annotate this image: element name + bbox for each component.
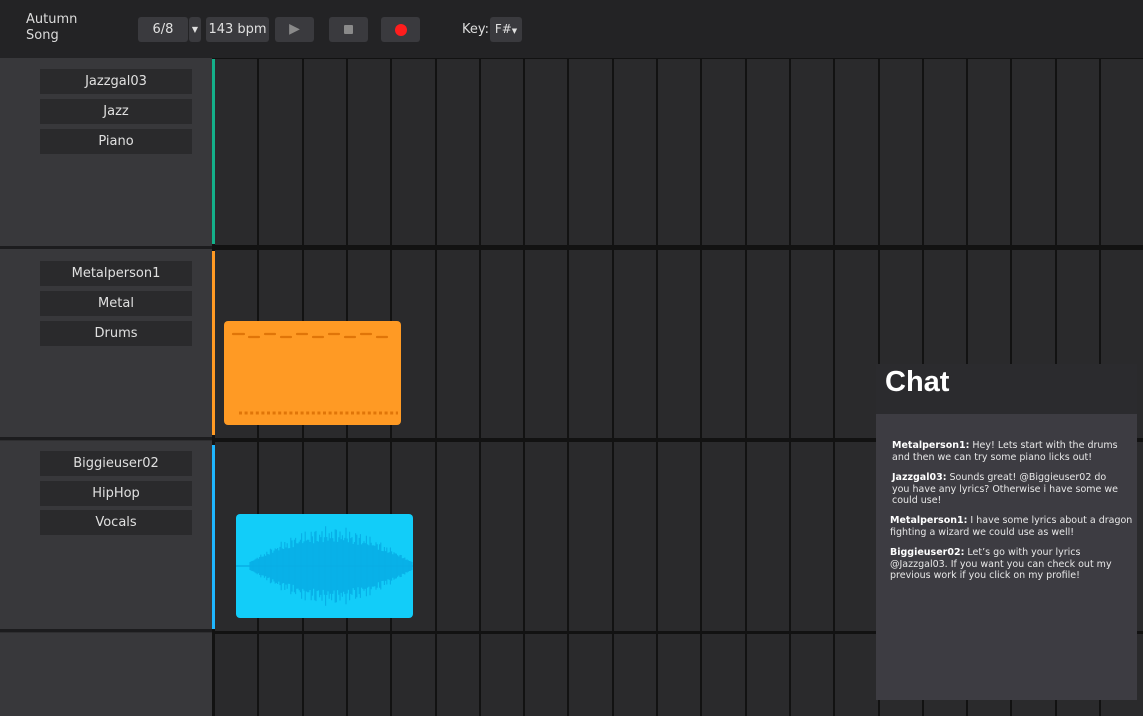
key-select[interactable]: F#▼ [490,17,522,42]
track-accent-bar [212,445,215,629]
record-button[interactable] [381,17,420,42]
timeline-cell[interactable] [437,59,479,245]
timeline-cell[interactable] [658,442,700,631]
timeline-cell[interactable] [702,59,745,245]
timeline-cell[interactable] [702,442,745,631]
track-genre-tag[interactable]: Metal [40,291,192,316]
waveform-graphic [236,526,413,606]
timeline-cell[interactable] [747,442,789,631]
record-icon [395,24,407,36]
chat-message: Jazzgal03: Sounds great! @Biggieuser02 d… [892,472,1119,506]
timeline-cell[interactable] [348,59,390,245]
track-genre-tag[interactable]: Jazz [40,99,192,124]
timeline-cell[interactable] [259,59,302,245]
stop-icon [344,25,353,34]
timeline-cell[interactable] [835,59,878,245]
timeline-cell[interactable] [747,634,789,716]
chat-message: Metalperson1: I have some lyrics about a… [890,515,1133,538]
track-instrument-tag[interactable]: Vocals [40,510,192,535]
timeline-cell[interactable] [791,250,833,438]
drums-clip[interactable] [224,321,401,425]
timeline-cell[interactable] [348,634,390,716]
timeline-cell[interactable] [569,442,612,631]
timeline-cell[interactable] [525,250,567,438]
timeline-cell[interactable] [614,250,656,438]
tempo-field[interactable]: 143 bpm [206,17,269,42]
chevron-down-icon[interactable]: ▼ [189,17,201,42]
key-label: Key: [462,22,490,37]
drum-pattern-graphic [231,332,398,415]
timeline-cell[interactable] [569,250,612,438]
chat-message: Metalperson1: Hey! Lets start with the d… [892,440,1118,463]
timeline-cell[interactable] [1012,59,1055,245]
timeline-cell[interactable] [437,634,479,716]
timeline-cell[interactable] [525,59,567,245]
timeline-cell[interactable] [791,634,833,716]
timeline-cell[interactable] [569,634,612,716]
timeline-cell[interactable] [392,634,435,716]
timeline-cell[interactable] [791,59,833,245]
chat-panel: Chat Metalperson1: Hey! Lets start with … [876,364,1137,700]
key-value: F# [494,22,512,36]
timeline-cell[interactable] [481,250,523,438]
timeline-cell[interactable] [392,59,435,245]
timeline-cell[interactable] [835,634,878,716]
chat-title: Chat [885,366,950,398]
empty-track-header [0,633,212,716]
timeline-cell[interactable] [924,59,966,245]
chat-message: Biggieuser02: Let’s go with your lyrics … [890,547,1112,581]
timeline-cell[interactable] [304,634,346,716]
chevron-down-icon: ▼ [511,27,518,35]
track-instrument-tag[interactable]: Piano [40,129,192,154]
track-user-tag[interactable]: Biggieuser02 [40,451,192,476]
track-instrument-tag[interactable]: Drums [40,321,192,346]
song-title: Autumn Song [26,12,78,43]
time-signature-select[interactable]: 6/8 [138,17,188,42]
stop-button[interactable] [329,17,368,42]
vocals-clip[interactable] [236,514,413,618]
timeline-cell[interactable] [658,250,700,438]
timeline-cell[interactable] [835,442,878,631]
top-toolbar: Autumn Song 6/8 ▼ 143 bpm ▶ Key: F#▼ [0,0,1143,59]
timeline-cell[interactable] [215,59,257,245]
timeline-cell[interactable] [791,442,833,631]
timeline-cell[interactable] [747,59,789,245]
chat-messages: Metalperson1: Hey! Lets start with the d… [876,414,1137,700]
timeline-cell[interactable] [481,59,523,245]
track-user-tag[interactable]: Metalperson1 [40,261,192,286]
play-button[interactable]: ▶ [275,17,314,42]
track-accent-bar [212,251,215,435]
timeline-cell[interactable] [658,59,700,245]
timeline-cell[interactable] [481,442,523,631]
play-icon: ▶ [289,21,300,37]
track-accent-bar [212,59,215,244]
timeline-cell[interactable] [614,59,656,245]
timeline-cell[interactable] [1101,59,1143,245]
timeline-cell[interactable] [525,634,567,716]
track-header-1: Jazzgal03 Jazz Piano [0,58,212,249]
timeline-cell[interactable] [702,250,745,438]
timeline-cell[interactable] [1057,59,1099,245]
track-header-2: Metalperson1 Metal Drums [0,249,212,440]
timeline-cell[interactable] [747,250,789,438]
timeline-cell[interactable] [702,634,745,716]
timeline-cell[interactable] [481,634,523,716]
track-genre-tag[interactable]: HipHop [40,481,192,506]
timeline-cell[interactable] [437,442,479,631]
track-user-tag[interactable]: Jazzgal03 [40,69,192,94]
timeline-cell[interactable] [215,634,257,716]
timeline-cell[interactable] [304,59,346,245]
timeline-cell[interactable] [658,634,700,716]
timeline-cell[interactable] [968,59,1010,245]
timeline-cell[interactable] [835,250,878,438]
timeline-cell[interactable] [437,250,479,438]
timeline-cell[interactable] [614,442,656,631]
timeline-cell[interactable] [569,59,612,245]
timeline-cell[interactable] [525,442,567,631]
timeline-cell[interactable] [614,634,656,716]
timeline-cell[interactable] [880,59,922,245]
timeline-cell[interactable] [259,634,302,716]
track-header-3: Biggieuser02 HipHop Vocals [0,441,212,632]
